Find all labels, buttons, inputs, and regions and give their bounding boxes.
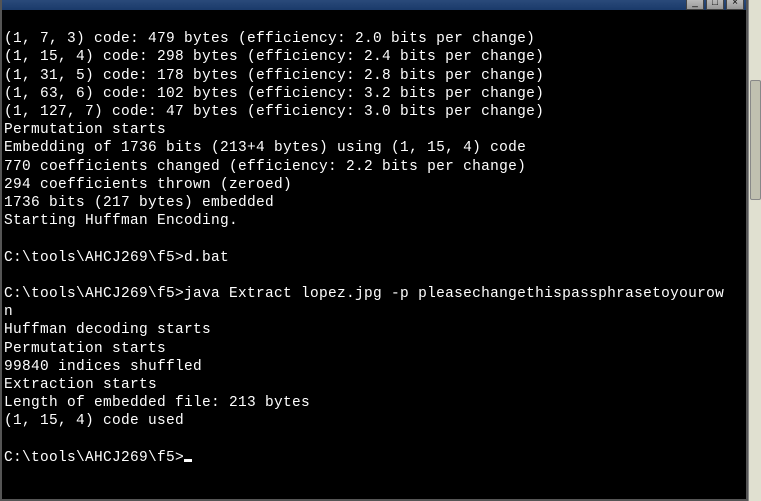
output-line: 294 coefficients thrown (zeroed) [4, 177, 292, 193]
output-line: C:\tools\AHCJ269\f5>d.bat [4, 250, 229, 266]
output-line: 1736 bits (217 bytes) embedded [4, 195, 274, 211]
output-line: Permutation starts [4, 341, 166, 357]
output-line: Extraction starts [4, 377, 157, 393]
cursor [184, 459, 192, 462]
output-line: Length of embedded file: 213 bytes [4, 395, 310, 411]
scrollbar-thumb[interactable] [750, 80, 761, 200]
prompt-line: C:\tools\AHCJ269\f5> [4, 450, 192, 466]
output-line: (1, 15, 4) code used [4, 413, 184, 429]
terminal-output[interactable]: (1, 7, 3) code: 479 bytes (efficiency: 2… [2, 10, 746, 499]
titlebar: _ □ × [2, 0, 746, 10]
output-line: Huffman decoding starts [4, 322, 211, 338]
output-line: C:\tools\AHCJ269\f5>java Extract lopez.j… [4, 286, 724, 302]
minimize-button[interactable]: _ [686, 0, 704, 10]
output-line: (1, 31, 5) code: 178 bytes (efficiency: … [4, 68, 544, 84]
output-line: (1, 7, 3) code: 479 bytes (efficiency: 2… [4, 31, 535, 47]
prompt-text: C:\tools\AHCJ269\f5> [4, 450, 184, 466]
output-line: (1, 127, 7) code: 47 bytes (efficiency: … [4, 104, 544, 120]
vertical-scrollbar[interactable] [748, 0, 761, 501]
output-line: n [4, 304, 13, 320]
output-line: Starting Huffman Encoding. [4, 213, 238, 229]
output-line: (1, 15, 4) code: 298 bytes (efficiency: … [4, 49, 544, 65]
close-button[interactable]: × [726, 0, 744, 10]
output-line: Permutation starts [4, 122, 166, 138]
terminal-window: _ □ × (1, 7, 3) code: 479 bytes (efficie… [0, 0, 748, 501]
output-line: Embedding of 1736 bits (213+4 bytes) usi… [4, 140, 526, 156]
output-line: 99840 indices shuffled [4, 359, 202, 375]
output-line: 770 coefficients changed (efficiency: 2.… [4, 159, 526, 175]
output-line: (1, 63, 6) code: 102 bytes (efficiency: … [4, 86, 544, 102]
maximize-button[interactable]: □ [706, 0, 724, 10]
